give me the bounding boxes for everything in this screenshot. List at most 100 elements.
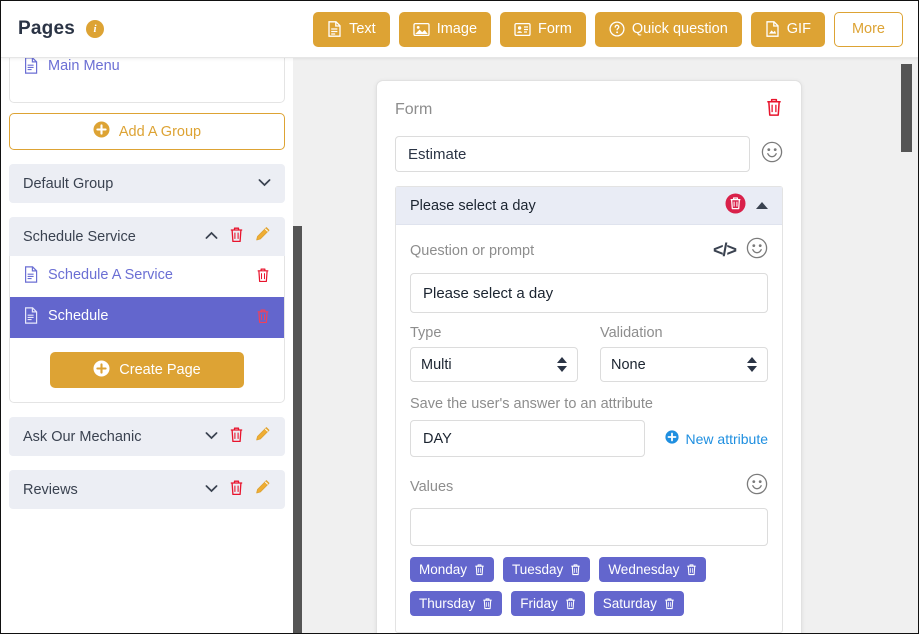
type-label: Type	[410, 325, 442, 341]
add-quick-question-button[interactable]: Quick question	[594, 11, 742, 47]
form-block-header: Form	[395, 97, 783, 122]
delete-value-icon[interactable]	[474, 563, 485, 576]
emoji-picker-icon[interactable]	[761, 141, 783, 168]
gif-file-icon	[765, 21, 780, 37]
delete-group-icon[interactable]	[229, 426, 244, 448]
add-image-button[interactable]: Image	[398, 11, 492, 47]
emoji-picker-icon[interactable]	[746, 473, 768, 500]
validation-label: Validation	[600, 325, 663, 341]
sidebar-page-schedule-a-service[interactable]: Schedule A Service	[10, 256, 284, 297]
value-chip-label: Thursday	[419, 596, 476, 611]
value-chip[interactable]: Thursday	[410, 591, 503, 616]
value-chip[interactable]: Tuesday	[503, 557, 591, 582]
group-name: Ask Our Mechanic	[23, 428, 142, 445]
delete-value-icon[interactable]	[482, 597, 493, 610]
text-file-icon	[327, 21, 342, 37]
question-block: Please select a day Question or prompt <…	[395, 186, 783, 633]
sidebar-group-schedule-service[interactable]: Schedule Service	[9, 217, 285, 256]
delete-group-icon[interactable]	[229, 479, 244, 501]
image-icon	[413, 22, 430, 37]
attribute-label: Save the user's answer to an attribute	[410, 396, 653, 412]
delete-group-icon[interactable]	[229, 226, 244, 248]
validation-select[interactable]: None	[600, 347, 768, 382]
sidebar-group-default-group[interactable]: Default Group	[9, 164, 285, 203]
group-name: Default Group	[23, 175, 114, 192]
canvas-scrollbar-thumb[interactable]	[901, 64, 912, 152]
delete-page-icon[interactable]	[256, 308, 270, 329]
code-icon[interactable]: </>	[713, 240, 737, 261]
new-attribute-button[interactable]: New attribute	[664, 430, 768, 447]
chevron-up-icon[interactable]	[205, 231, 218, 243]
form-icon	[514, 22, 531, 37]
create-page-label: Create Page	[119, 362, 201, 378]
delete-page-icon[interactable]	[256, 267, 270, 288]
value-chip[interactable]: Friday	[511, 591, 585, 616]
chevron-down-icon[interactable]	[258, 178, 271, 190]
sidebar-scrollbar-thumb[interactable]	[293, 226, 302, 633]
add-text-label: Text	[349, 21, 376, 37]
create-page-button[interactable]: Create Page	[50, 352, 244, 388]
add-group-button[interactable]: Add A Group	[9, 113, 285, 150]
value-chip[interactable]: Monday	[410, 557, 495, 582]
plus-circle-icon	[664, 430, 679, 447]
values-label: Values	[410, 478, 454, 495]
add-gif-button[interactable]: GIF	[750, 11, 825, 47]
question-icon	[609, 21, 625, 37]
sidebar-page-label: Main Menu	[48, 58, 120, 74]
chevron-updown-icon	[747, 357, 757, 372]
chevron-down-icon[interactable]	[205, 484, 218, 496]
prompt-input[interactable]: Please select a day	[410, 273, 768, 313]
top-toolbar: Pages i Text Image Form Quick question G…	[1, 1, 918, 58]
value-chip-label: Tuesday	[512, 562, 564, 577]
delete-value-icon[interactable]	[570, 563, 581, 576]
form-title-row: Estimate	[395, 136, 783, 172]
validation-select-value: None	[611, 356, 646, 373]
plus-circle-icon	[93, 360, 110, 381]
type-field: Type Multi	[410, 325, 578, 382]
group-pages-schedule-service: Schedule A Service Schedule Create Page	[9, 256, 285, 403]
value-chip[interactable]: Saturday	[593, 591, 684, 616]
add-form-button[interactable]: Form	[500, 11, 586, 47]
validation-field: Validation None	[600, 325, 768, 382]
form-title-input[interactable]: Estimate	[395, 136, 750, 172]
add-form-label: Form	[538, 21, 572, 37]
question-block-body: Question or prompt </> Please select a d…	[396, 225, 782, 632]
toolbar-actions: Text Image Form Quick question GIF More	[313, 11, 903, 47]
plus-circle-icon	[93, 121, 110, 142]
delete-form-icon[interactable]	[765, 97, 783, 122]
values-input[interactable]	[410, 508, 768, 546]
delete-question-icon[interactable]	[725, 193, 746, 219]
edit-group-icon[interactable]	[255, 226, 271, 247]
new-attribute-label: New attribute	[685, 430, 768, 447]
value-chip-label: Monday	[419, 562, 468, 577]
default-pages-card: Main Menu	[9, 58, 285, 103]
value-chip[interactable]: Wednesday	[599, 557, 707, 582]
type-select[interactable]: Multi	[410, 347, 578, 382]
emoji-picker-icon[interactable]	[746, 237, 768, 264]
add-text-button[interactable]: Text	[313, 11, 390, 47]
edit-group-icon[interactable]	[255, 426, 271, 447]
sidebar-page-schedule[interactable]: Schedule	[10, 297, 284, 338]
delete-value-icon[interactable]	[664, 597, 675, 610]
more-label: More	[851, 21, 885, 37]
attribute-input[interactable]: DAY	[410, 420, 645, 457]
collapse-question-icon[interactable]	[756, 202, 768, 209]
page-doc-icon	[24, 266, 38, 288]
value-chip-label: Saturday	[602, 596, 657, 611]
sidebar-group-ask-our-mechanic[interactable]: Ask Our Mechanic	[9, 417, 285, 456]
delete-value-icon[interactable]	[565, 597, 576, 610]
more-button[interactable]: More	[833, 11, 903, 47]
edit-group-icon[interactable]	[255, 479, 271, 500]
chevron-down-icon[interactable]	[205, 431, 218, 443]
delete-value-icon[interactable]	[686, 563, 697, 576]
add-quick-question-label: Quick question	[631, 21, 728, 37]
question-block-title: Please select a day	[410, 197, 536, 214]
value-chip-label: Friday	[520, 596, 558, 611]
values-label-row: Values	[410, 473, 768, 500]
sidebar-group-reviews[interactable]: Reviews	[9, 470, 285, 509]
sidebar-page-main-menu[interactable]: Main Menu	[10, 58, 284, 88]
info-icon[interactable]: i	[85, 20, 104, 38]
question-block-header[interactable]: Please select a day	[396, 187, 782, 225]
value-chip-label: Wednesday	[608, 562, 680, 577]
page-title: Pages	[18, 18, 75, 39]
